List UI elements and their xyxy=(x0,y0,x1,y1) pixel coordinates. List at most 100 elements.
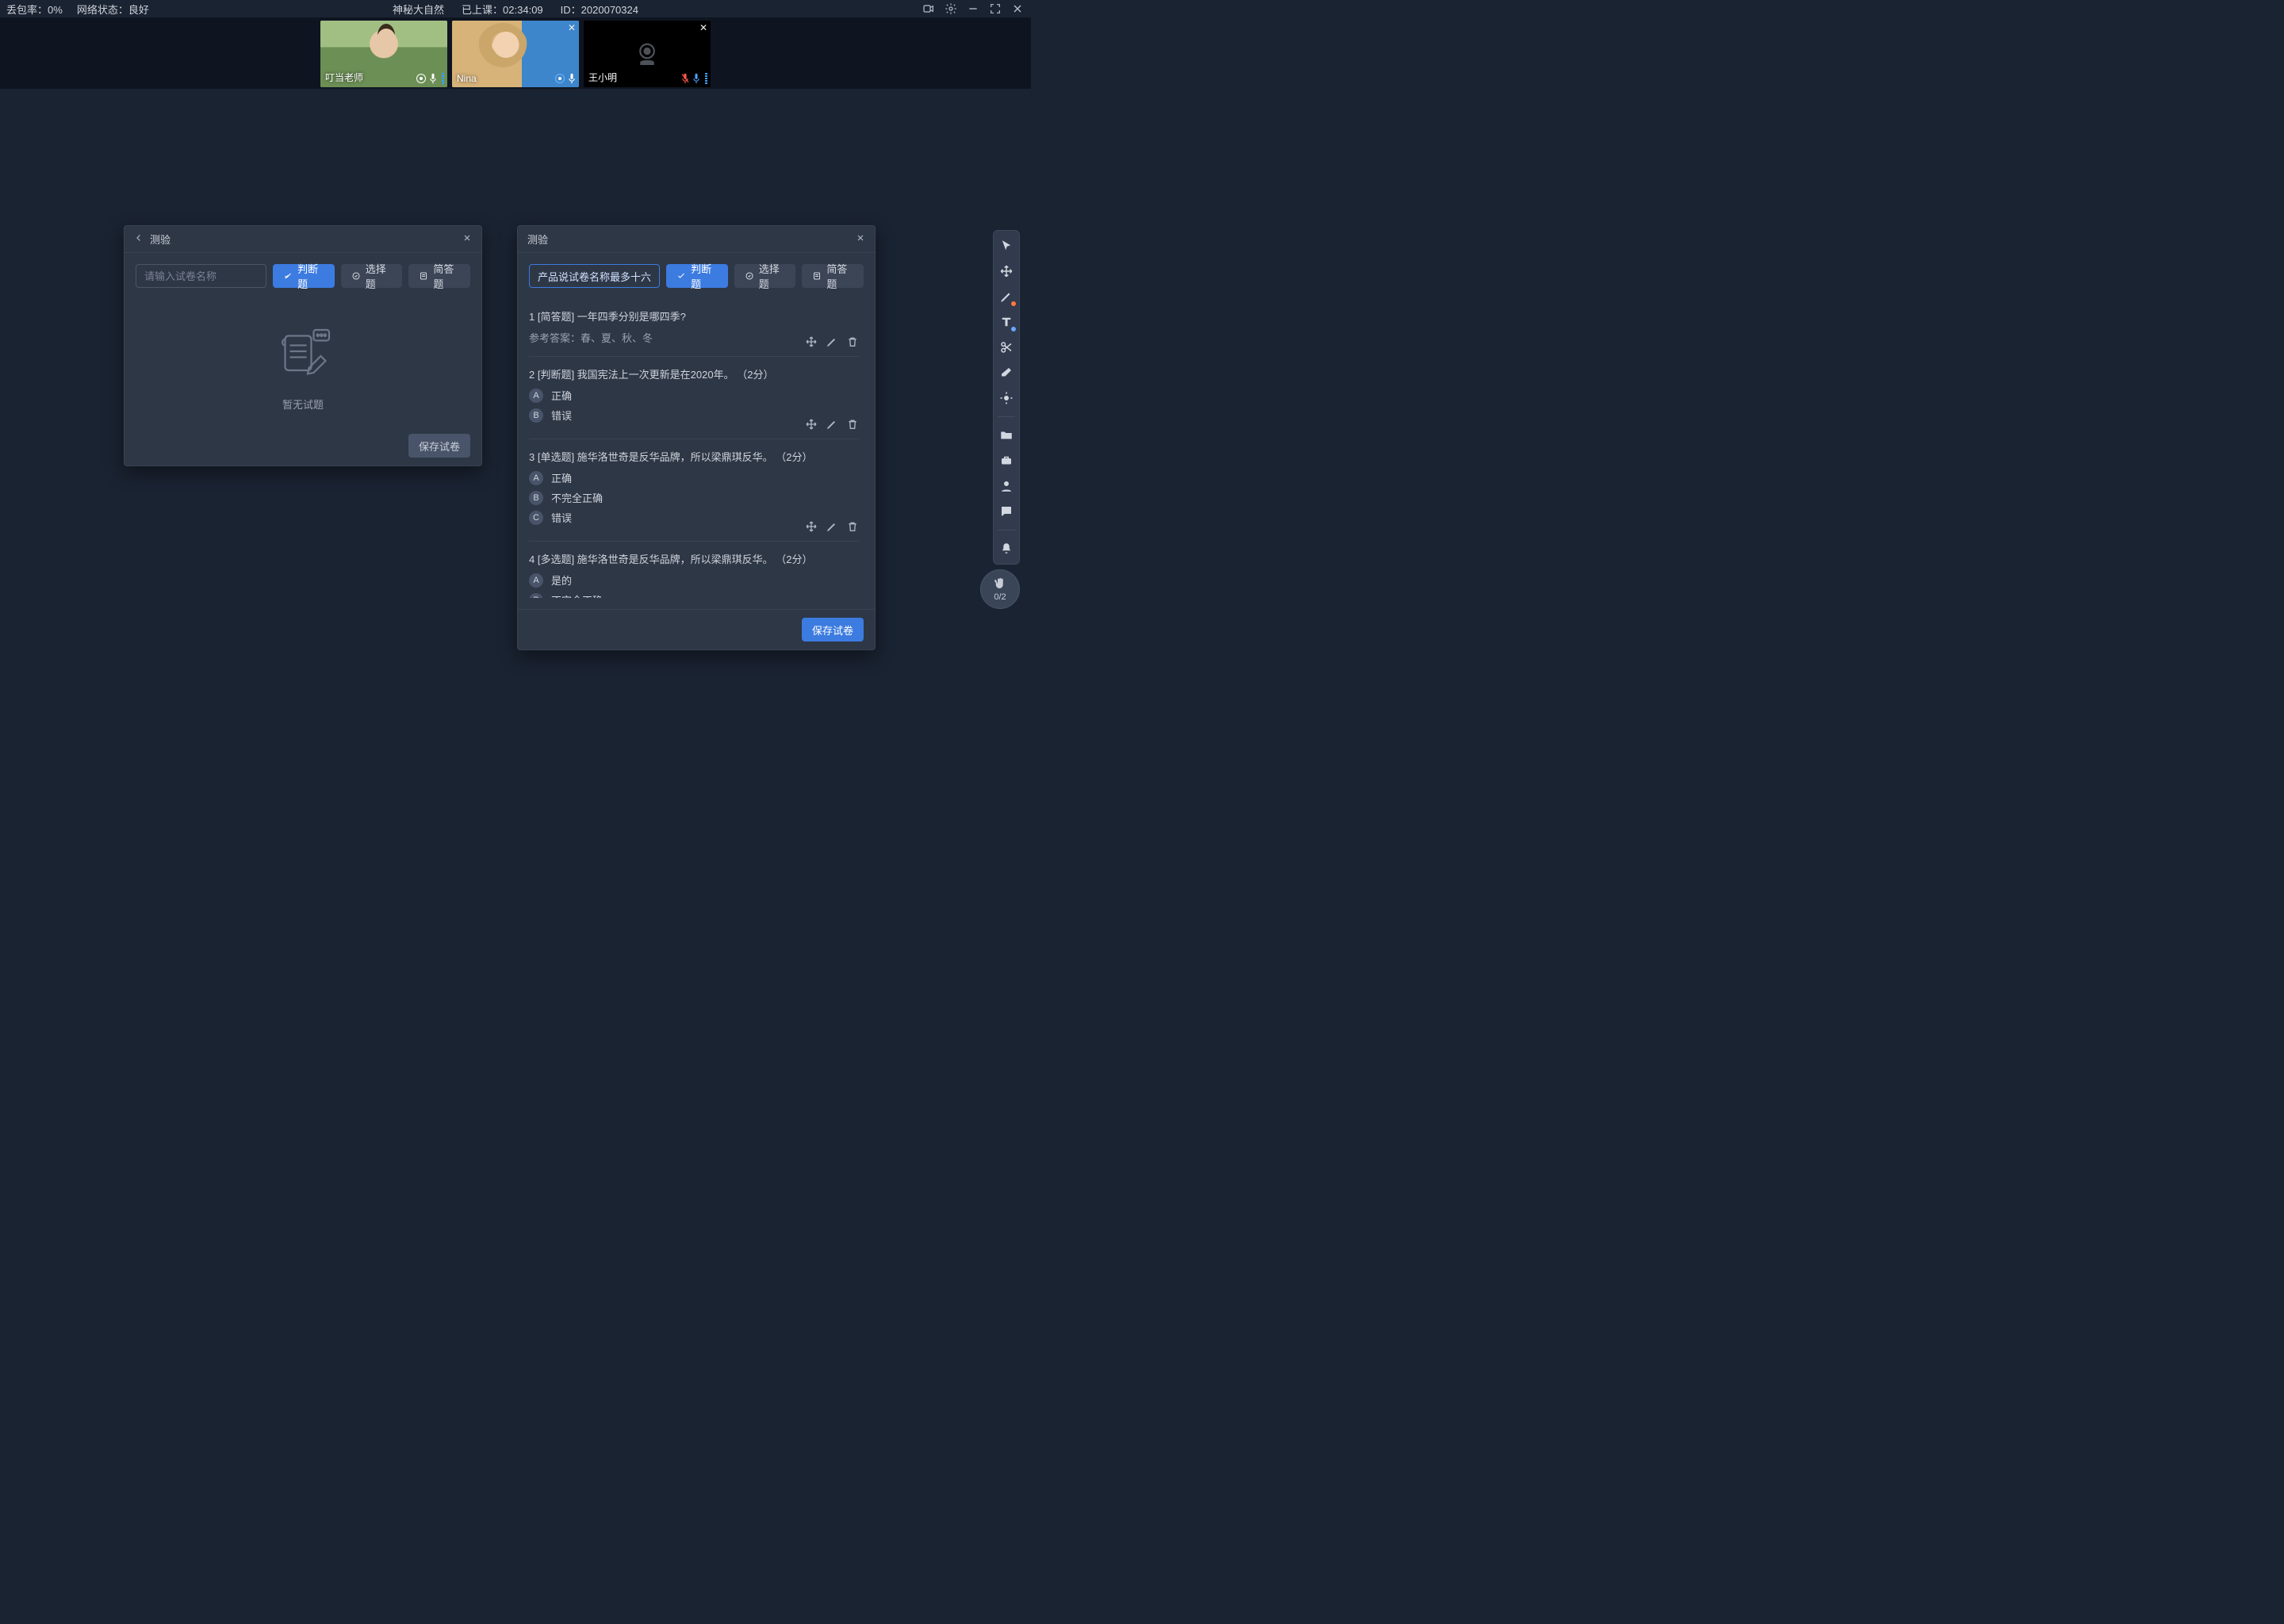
question-option[interactable]: A 正确 xyxy=(529,388,859,403)
move-question-icon[interactable] xyxy=(805,335,818,348)
topbar: 丢包率：0% 网络状态：良好 神秘大自然 已上课：02:34:09 ID：202… xyxy=(0,0,1031,17)
eraser-tool-icon[interactable] xyxy=(998,364,1015,381)
add-short-answer-button[interactable]: 简答题 xyxy=(802,264,864,288)
camera-toggle-icon[interactable] xyxy=(922,2,936,16)
chat-tool-icon[interactable] xyxy=(998,503,1015,520)
hand-count: 0/2 xyxy=(994,592,1006,602)
option-text: 错误 xyxy=(551,510,572,525)
option-text: 正确 xyxy=(551,388,572,403)
option-key: B xyxy=(529,593,543,599)
add-short-answer-button[interactable]: 简答题 xyxy=(408,264,470,288)
question-option[interactable]: B 不完全正确 xyxy=(529,490,859,505)
video-tile[interactable]: ✕ Nina xyxy=(452,21,579,87)
question-actions xyxy=(805,335,859,348)
option-key: A xyxy=(529,471,543,485)
pen-tool-icon[interactable] xyxy=(998,288,1015,305)
mic-icon xyxy=(429,73,437,84)
question-list[interactable]: 1 [简答题] 一年四季分别是哪四季?参考答案：春、夏、秋、冬 2 [判断题] … xyxy=(529,299,864,598)
tile-close-icon[interactable]: ✕ xyxy=(568,22,576,33)
audio-level-icon xyxy=(442,73,444,84)
text-tool-icon[interactable] xyxy=(998,313,1015,331)
class-title: 神秘大自然 xyxy=(393,2,444,17)
panel-title: 测验 xyxy=(150,232,171,247)
add-choice-button[interactable]: 选择题 xyxy=(734,264,796,288)
add-judge-button[interactable]: 判断题 xyxy=(273,264,335,288)
close-icon[interactable] xyxy=(856,233,865,245)
quiz-panel-empty: 测验 判断题 选择题 简答题 xyxy=(124,225,482,466)
bell-tool-icon[interactable] xyxy=(998,540,1015,557)
mic-icon xyxy=(692,73,700,84)
question-actions xyxy=(805,418,859,431)
fullscreen-icon[interactable] xyxy=(988,2,1002,16)
move-question-icon[interactable] xyxy=(805,520,818,533)
option-key: A xyxy=(529,389,543,403)
save-quiz-button[interactable]: 保存试卷 xyxy=(802,618,864,642)
edit-question-icon[interactable] xyxy=(826,418,838,431)
toolbar-separator xyxy=(998,416,1015,417)
move-tool-icon[interactable] xyxy=(998,262,1015,280)
share-indicator-icon xyxy=(416,74,426,83)
question-title: 1 [简答题] 一年四季分别是哪四季? xyxy=(529,308,859,324)
delete-question-icon[interactable] xyxy=(846,520,859,533)
participant-name: 叮当老师 xyxy=(325,71,363,84)
participant-name: Nina xyxy=(457,73,477,84)
option-text: 不完全正确 xyxy=(551,592,603,598)
question-item: 1 [简答题] 一年四季分别是哪四季?参考答案：春、夏、秋、冬 xyxy=(529,299,859,357)
network-status: 网络状态：良好 xyxy=(77,2,149,17)
raise-hand-counter[interactable]: 0/2 xyxy=(980,569,1020,609)
quiz-name-input[interactable] xyxy=(136,264,266,288)
option-text: 不完全正确 xyxy=(551,490,603,505)
toolbox-tool-icon[interactable] xyxy=(998,452,1015,469)
panel-title: 测验 xyxy=(527,232,548,247)
option-key: B xyxy=(529,408,543,423)
question-option[interactable]: A 是的 xyxy=(529,573,859,588)
spotlight-tool-icon[interactable] xyxy=(998,389,1015,407)
mic-icon xyxy=(568,73,576,84)
question-title: 2 [判断题] 我国宪法上一次更新是在2020年。 （2分） xyxy=(529,366,859,381)
delete-question-icon[interactable] xyxy=(846,418,859,431)
mic-muted-icon xyxy=(681,73,689,84)
edit-question-icon[interactable] xyxy=(826,520,838,533)
save-quiz-button[interactable]: 保存试卷 xyxy=(408,434,470,458)
audio-level-icon xyxy=(705,73,707,84)
quiz-name-input[interactable] xyxy=(529,264,660,288)
folder-tool-icon[interactable] xyxy=(998,427,1015,444)
empty-text: 暂无试题 xyxy=(282,396,324,412)
back-icon[interactable] xyxy=(134,233,144,245)
question-option[interactable]: A 正确 xyxy=(529,470,859,485)
delete-question-icon[interactable] xyxy=(846,335,859,348)
option-key: A xyxy=(529,573,543,588)
packet-loss: 丢包率：0% xyxy=(6,2,63,17)
video-tile[interactable]: 叮当老师 xyxy=(320,21,447,87)
add-judge-button[interactable]: 判断题 xyxy=(666,264,728,288)
option-text: 是的 xyxy=(551,573,572,588)
question-item: 2 [判断题] 我国宪法上一次更新是在2020年。 （2分） A 正确 B 错误 xyxy=(529,357,859,439)
participant-name: 王小明 xyxy=(588,71,617,84)
option-text: 错误 xyxy=(551,408,572,423)
question-item: 3 [单选题] 施华洛世奇是反华品牌，所以梁鼎琪反华。 （2分） A 正确 B 不完全正… xyxy=(529,439,859,542)
add-choice-button[interactable]: 选择题 xyxy=(341,264,403,288)
settings-icon[interactable] xyxy=(944,2,958,16)
option-key: B xyxy=(529,491,543,505)
right-toolbar xyxy=(993,230,1020,565)
edit-question-icon[interactable] xyxy=(826,335,838,348)
tile-close-icon[interactable]: ✕ xyxy=(699,22,707,33)
video-tile[interactable]: ✕ 王小明 xyxy=(584,21,711,87)
minimize-icon[interactable] xyxy=(966,2,980,16)
session-id: ID：2020070324 xyxy=(561,2,638,17)
question-title: 4 [多选题] 施华洛世奇是反华品牌，所以梁鼎琪反华。 （2分） xyxy=(529,551,859,566)
close-window-icon[interactable] xyxy=(1010,2,1025,16)
option-key: C xyxy=(529,511,543,525)
cursor-tool-icon[interactable] xyxy=(998,237,1015,255)
scissors-tool-icon[interactable] xyxy=(998,339,1015,356)
share-indicator-icon xyxy=(555,74,565,83)
empty-state: 暂无试题 xyxy=(136,288,470,434)
option-text: 正确 xyxy=(551,470,572,485)
close-icon[interactable] xyxy=(462,233,472,245)
question-option[interactable]: B 不完全正确 xyxy=(529,592,859,598)
camera-off-icon xyxy=(630,37,664,71)
user-tool-icon[interactable] xyxy=(998,477,1015,495)
elapsed: 已上课：02:34:09 xyxy=(462,2,543,17)
move-question-icon[interactable] xyxy=(805,418,818,431)
question-title: 3 [单选题] 施华洛世奇是反华品牌，所以梁鼎琪反华。 （2分） xyxy=(529,449,859,464)
